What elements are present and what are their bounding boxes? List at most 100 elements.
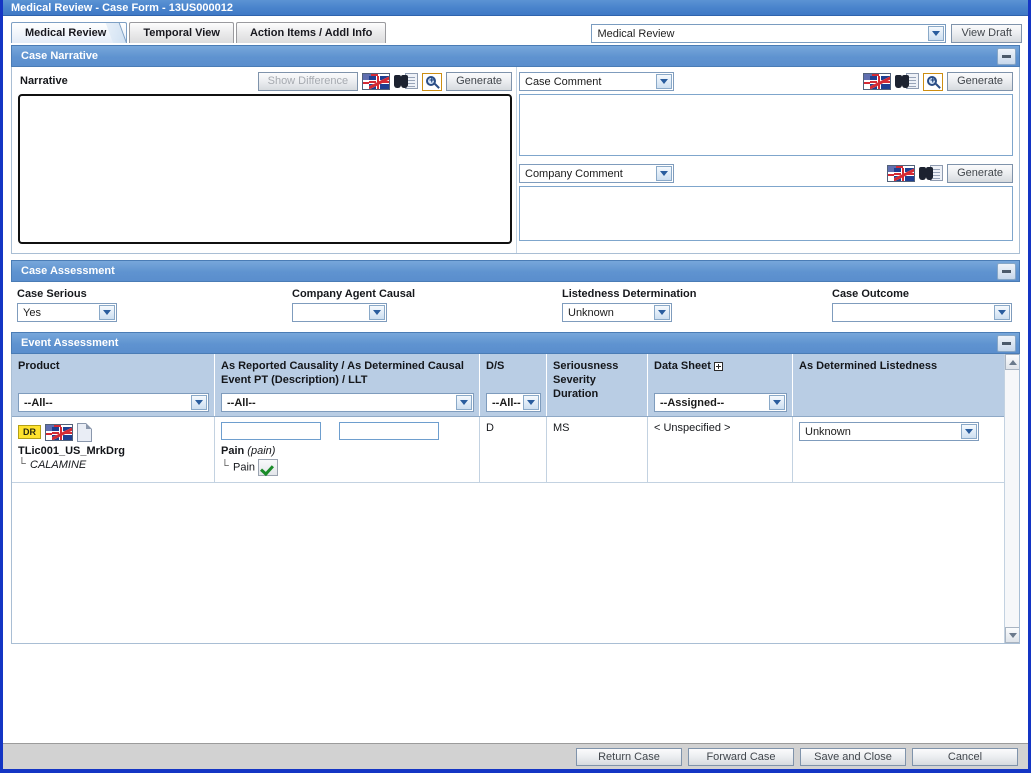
chevron-down-icon[interactable] xyxy=(656,166,672,181)
dr-badge[interactable]: DR xyxy=(18,425,41,439)
view-draft-button[interactable]: View Draft xyxy=(951,24,1022,43)
data-sheet-filter-select[interactable]: --Assigned-- xyxy=(654,393,787,412)
scroll-down-icon[interactable] xyxy=(1005,627,1019,643)
column-determined-listedness: As Determined Listedness xyxy=(793,354,1019,416)
case-assessment-panel: Case Assessment Case Serious Yes Company… xyxy=(11,260,1020,330)
case-serious-select[interactable]: Yes xyxy=(17,303,117,322)
form-select[interactable]: Medical Review xyxy=(591,24,947,43)
listedness-determination-select[interactable]: Unknown xyxy=(562,303,672,322)
collapse-icon[interactable] xyxy=(997,263,1016,280)
field-company-agent-causal: Company Agent Causal xyxy=(286,288,556,322)
event-llt: Pain xyxy=(221,459,474,476)
form-select-value: Medical Review xyxy=(597,27,675,40)
collapse-icon[interactable] xyxy=(997,335,1016,352)
table-vertical-scrollbar[interactable] xyxy=(1004,354,1019,643)
chevron-down-icon[interactable] xyxy=(928,26,945,41)
language-flag-icon[interactable] xyxy=(887,165,916,182)
causality-filter-select[interactable]: --All-- xyxy=(221,393,474,412)
table-row[interactable]: DR TLic001_US_MrkDrg CALAMINE xyxy=(12,417,1019,483)
panel-title: Case Narrative xyxy=(21,50,99,62)
event-pt-description: (pain) xyxy=(247,445,276,457)
cell-data-sheet: < Unspecified > xyxy=(648,417,793,482)
tab-temporal-view[interactable]: Temporal View xyxy=(129,22,234,43)
chevron-down-icon[interactable] xyxy=(99,305,115,320)
chevron-down-icon[interactable] xyxy=(654,305,670,320)
show-difference-button[interactable]: Show Difference xyxy=(257,72,359,91)
column-header-label: Data Sheet xyxy=(654,360,711,372)
cell-seriousness: MS xyxy=(547,417,648,482)
document-icon[interactable] xyxy=(77,422,92,442)
cancel-button[interactable]: Cancel xyxy=(912,747,1018,766)
binoculars-search-icon[interactable] xyxy=(919,165,944,182)
narrative-textarea[interactable] xyxy=(17,93,513,245)
filter-value: --Assigned-- xyxy=(660,396,725,409)
cell-product: DR TLic001_US_MrkDrg CALAMINE xyxy=(12,417,215,482)
return-case-button[interactable]: Return Case xyxy=(576,747,682,766)
language-flag-icon[interactable] xyxy=(362,73,391,90)
chevron-down-icon[interactable] xyxy=(769,395,785,410)
company-agent-causal-select[interactable] xyxy=(292,303,387,322)
event-assessment-panel: Event Assessment Product --All-- As Repo… xyxy=(11,332,1020,644)
event-llt-term: Pain xyxy=(233,461,256,474)
save-and-close-button[interactable]: Save and Close xyxy=(800,747,906,766)
case-comment-toolbar: Case Comment Generate xyxy=(519,72,1013,91)
company-comment-select[interactable]: Company Comment xyxy=(519,164,674,183)
generate-case-comment-button[interactable]: Generate xyxy=(947,72,1013,91)
reported-causality-input[interactable] xyxy=(221,422,321,440)
tab-action-items-addl-info[interactable]: Action Items / Addl Info xyxy=(235,22,387,43)
footer-button-bar: Return Case Forward Case Save and Close … xyxy=(3,743,1028,769)
expand-plus-icon[interactable] xyxy=(713,361,723,371)
collapse-icon[interactable] xyxy=(997,48,1016,65)
generate-narrative-button[interactable]: Generate xyxy=(446,72,512,91)
event-pt-term: Pain xyxy=(221,445,245,457)
forward-case-button[interactable]: Forward Case xyxy=(688,747,794,766)
chevron-down-icon[interactable] xyxy=(191,395,207,410)
chevron-down-icon[interactable] xyxy=(369,305,385,320)
column-header-label: Seriousness Severity Duration xyxy=(553,360,619,400)
narrative-toolbar: Narrative Show Difference Generate xyxy=(18,72,512,91)
language-flag-icon[interactable] xyxy=(863,73,892,90)
panel-title: Case Assessment xyxy=(21,265,115,277)
case-narrative-panel: Case Narrative Narrative Show Difference xyxy=(11,45,1020,254)
determined-causality-input[interactable] xyxy=(339,422,439,440)
magnifier-zoom-icon[interactable] xyxy=(422,72,443,91)
case-assessment-header: Case Assessment xyxy=(11,260,1020,282)
case-comment-textarea[interactable] xyxy=(519,94,1013,156)
comments-column: Case Comment Generate xyxy=(516,67,1019,253)
scroll-up-icon[interactable] xyxy=(1005,354,1019,370)
field-label: Case Serious xyxy=(17,288,87,300)
case-outcome-select[interactable] xyxy=(832,303,1012,322)
ds-filter-select[interactable]: --All-- xyxy=(486,393,541,412)
binoculars-search-icon[interactable] xyxy=(895,73,920,90)
chevron-down-icon[interactable] xyxy=(994,305,1010,320)
company-comment-textarea[interactable] xyxy=(519,186,1013,241)
chevron-down-icon[interactable] xyxy=(656,74,672,89)
case-narrative-header: Case Narrative xyxy=(11,45,1020,67)
field-value: Yes xyxy=(23,306,41,319)
tab-medical-review[interactable]: Medical Review xyxy=(11,22,128,43)
magnifier-zoom-icon[interactable] xyxy=(923,72,944,91)
determined-listedness-select[interactable]: Unknown xyxy=(799,422,979,441)
field-value: Unknown xyxy=(568,306,614,319)
tab-label: Medical Review xyxy=(25,27,107,39)
case-comment-select[interactable]: Case Comment xyxy=(519,72,674,91)
case-form-window: Medical Review - Case Form - 13US000012 … xyxy=(0,0,1031,773)
event-pt: Pain (pain) xyxy=(221,445,474,457)
chevron-down-icon[interactable] xyxy=(523,395,539,410)
column-causality: As Reported Causality / As Determined Ca… xyxy=(215,354,480,416)
cell-determined-listedness: Unknown xyxy=(793,417,1019,482)
case-narrative-body: Narrative Show Difference Generate xyxy=(11,67,1020,254)
chevron-down-icon[interactable] xyxy=(456,395,472,410)
field-label: Case Outcome xyxy=(832,288,910,300)
language-flag-icon[interactable] xyxy=(45,423,73,441)
field-case-outcome: Case Outcome xyxy=(826,288,1020,322)
generate-company-comment-button[interactable]: Generate xyxy=(947,164,1013,183)
product-filter-select[interactable]: --All-- xyxy=(18,393,209,412)
field-label: Listedness Determination xyxy=(562,288,697,300)
form-selector-area: Medical Review View Draft xyxy=(591,24,1022,43)
narrative-label: Narrative xyxy=(20,75,68,87)
tab-label: Action Items / Addl Info xyxy=(249,27,373,39)
checkmark-icon[interactable] xyxy=(258,459,279,476)
binoculars-search-icon[interactable] xyxy=(394,73,419,90)
chevron-down-icon[interactable] xyxy=(961,424,977,439)
